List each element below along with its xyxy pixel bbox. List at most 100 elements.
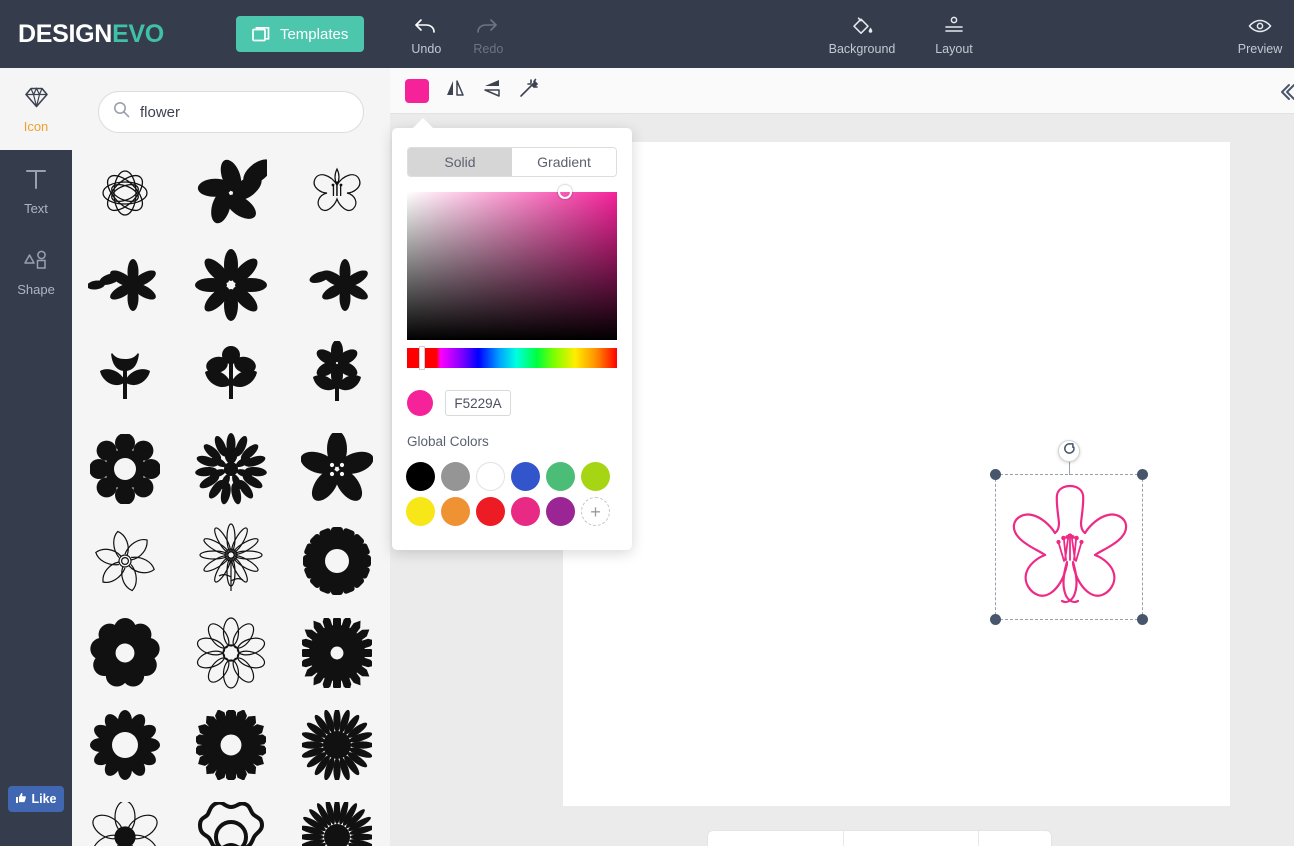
- swatch-pink[interactable]: [511, 497, 540, 526]
- hue-slider-knob[interactable]: [419, 346, 425, 370]
- icon-result-item[interactable]: [72, 607, 178, 699]
- icon-result-item[interactable]: [72, 147, 178, 239]
- shapes-icon: [22, 249, 50, 278]
- global-colors-title: Global Colors: [407, 434, 489, 449]
- swatch-gray[interactable]: [441, 462, 470, 491]
- resize-handle-bottom-right[interactable]: [1137, 614, 1148, 625]
- icon-result-item[interactable]: [72, 331, 178, 423]
- icon-result-item[interactable]: [284, 423, 390, 515]
- icon-result-item[interactable]: [178, 607, 284, 699]
- swatch-blue[interactable]: [511, 462, 540, 491]
- icon-result-item[interactable]: [72, 239, 178, 331]
- swatch-purple[interactable]: [546, 497, 575, 526]
- bottom-tool-grid[interactable]: [979, 831, 1051, 846]
- swatch-orange[interactable]: [441, 497, 470, 526]
- icon-result-item[interactable]: [72, 515, 178, 607]
- icon-result-item[interactable]: [284, 607, 390, 699]
- flip-vertical-button[interactable]: [481, 77, 503, 104]
- current-color-preview: [407, 390, 433, 416]
- tab-solid[interactable]: Solid: [408, 148, 512, 176]
- redo-button[interactable]: Redo: [458, 13, 518, 56]
- design-canvas[interactable]: [563, 142, 1230, 806]
- designevo-editor: DESIGNEVO Templates Undo Redo Background…: [0, 0, 1294, 846]
- flip-horizontal-button[interactable]: [444, 77, 466, 104]
- magic-effects-button[interactable]: [518, 77, 540, 104]
- tab-gradient[interactable]: Gradient: [512, 148, 616, 176]
- templates-label: Templates: [279, 25, 349, 43]
- icon-result-item[interactable]: [72, 699, 178, 791]
- icon-result-item[interactable]: [284, 515, 390, 607]
- swatch-yellow[interactable]: [406, 497, 435, 526]
- swatch-red[interactable]: [476, 497, 505, 526]
- hue-slider[interactable]: [407, 348, 617, 368]
- bottom-tool-2[interactable]: [844, 831, 979, 846]
- icon-result-item[interactable]: [284, 239, 390, 331]
- saturation-value-area[interactable]: [407, 192, 617, 340]
- sv-cursor-handle[interactable]: [558, 185, 572, 199]
- collapse-panel-button[interactable]: [1275, 81, 1294, 108]
- resize-handle-top-left[interactable]: [990, 469, 1001, 480]
- redo-icon: [475, 13, 501, 39]
- hex-input-box[interactable]: [445, 390, 511, 416]
- icon-result-item[interactable]: [284, 331, 390, 423]
- layout-label: Layout: [935, 41, 973, 56]
- canvas-flower-object[interactable]: [1002, 480, 1138, 621]
- icon-result-item[interactable]: [178, 699, 284, 791]
- swatch-green[interactable]: [546, 462, 575, 491]
- color-picker-popup: Solid Gradient Global Colors: [392, 118, 632, 550]
- icon-result-item[interactable]: [72, 791, 178, 846]
- logo-part-design: DESIGN: [18, 19, 113, 48]
- sidebar-item-text[interactable]: Text: [0, 150, 72, 232]
- preview-button[interactable]: Preview: [1218, 13, 1294, 56]
- undo-button[interactable]: Undo: [396, 13, 456, 56]
- sidebar-item-icon-label: Icon: [23, 118, 49, 134]
- resize-handle-top-right[interactable]: [1137, 469, 1148, 480]
- icon-library-panel: [72, 68, 390, 846]
- icon-result-item[interactable]: [178, 515, 284, 607]
- add-color-button[interactable]: +: [581, 497, 610, 526]
- fill-mode-tabs: Solid Gradient: [407, 147, 617, 177]
- top-toolbar: DESIGNEVO Templates Undo Redo Background…: [0, 0, 1294, 68]
- sv-black-gradient: [407, 192, 617, 340]
- sidebar-item-shape[interactable]: Shape: [0, 232, 72, 314]
- selection-box[interactable]: [990, 440, 1148, 625]
- icon-result-item[interactable]: [178, 423, 284, 515]
- color-swatch-button[interactable]: [405, 78, 429, 103]
- background-button[interactable]: Background: [820, 13, 904, 56]
- thumbs-up-icon: [15, 792, 27, 807]
- undo-label: Undo: [411, 41, 442, 56]
- global-colors-grid: +: [406, 462, 618, 526]
- resize-handle-bottom-left[interactable]: [990, 614, 1001, 625]
- icon-result-item[interactable]: [178, 791, 284, 846]
- swatch-yellowgreen[interactable]: [581, 462, 610, 491]
- paint-bucket-icon: [849, 13, 875, 39]
- flip-horizontal-icon: [444, 77, 466, 104]
- rotate-handle[interactable]: [1058, 440, 1080, 462]
- magic-wand-icon: [518, 77, 540, 104]
- icon-result-item[interactable]: [284, 791, 390, 846]
- layout-icon: [942, 13, 966, 39]
- icon-results-grid: [72, 147, 390, 846]
- swatch-black[interactable]: [406, 462, 435, 491]
- search-input[interactable]: [140, 103, 340, 121]
- icon-result-item[interactable]: [178, 147, 284, 239]
- facebook-like-button[interactable]: Like: [8, 786, 64, 812]
- icon-result-item[interactable]: [178, 331, 284, 423]
- left-rail: Icon Text Shape Like: [0, 68, 72, 846]
- layout-button[interactable]: Layout: [912, 13, 996, 56]
- icon-result-item[interactable]: [284, 147, 390, 239]
- diamond-icon: [23, 85, 50, 115]
- bottom-tool-1[interactable]: [708, 831, 844, 846]
- icon-result-item[interactable]: [72, 423, 178, 515]
- search-box[interactable]: [98, 91, 364, 133]
- hex-input[interactable]: [448, 395, 508, 411]
- templates-button[interactable]: Templates: [235, 16, 365, 52]
- icon-result-item[interactable]: [284, 699, 390, 791]
- preview-label: Preview: [1237, 41, 1283, 56]
- search-icon: [113, 101, 130, 123]
- swatch-white[interactable]: [476, 462, 505, 491]
- app-logo[interactable]: DESIGNEVO: [18, 20, 164, 49]
- sidebar-item-icon[interactable]: Icon: [0, 68, 72, 150]
- icon-result-item[interactable]: [178, 239, 284, 331]
- rotate-icon: [1063, 442, 1076, 460]
